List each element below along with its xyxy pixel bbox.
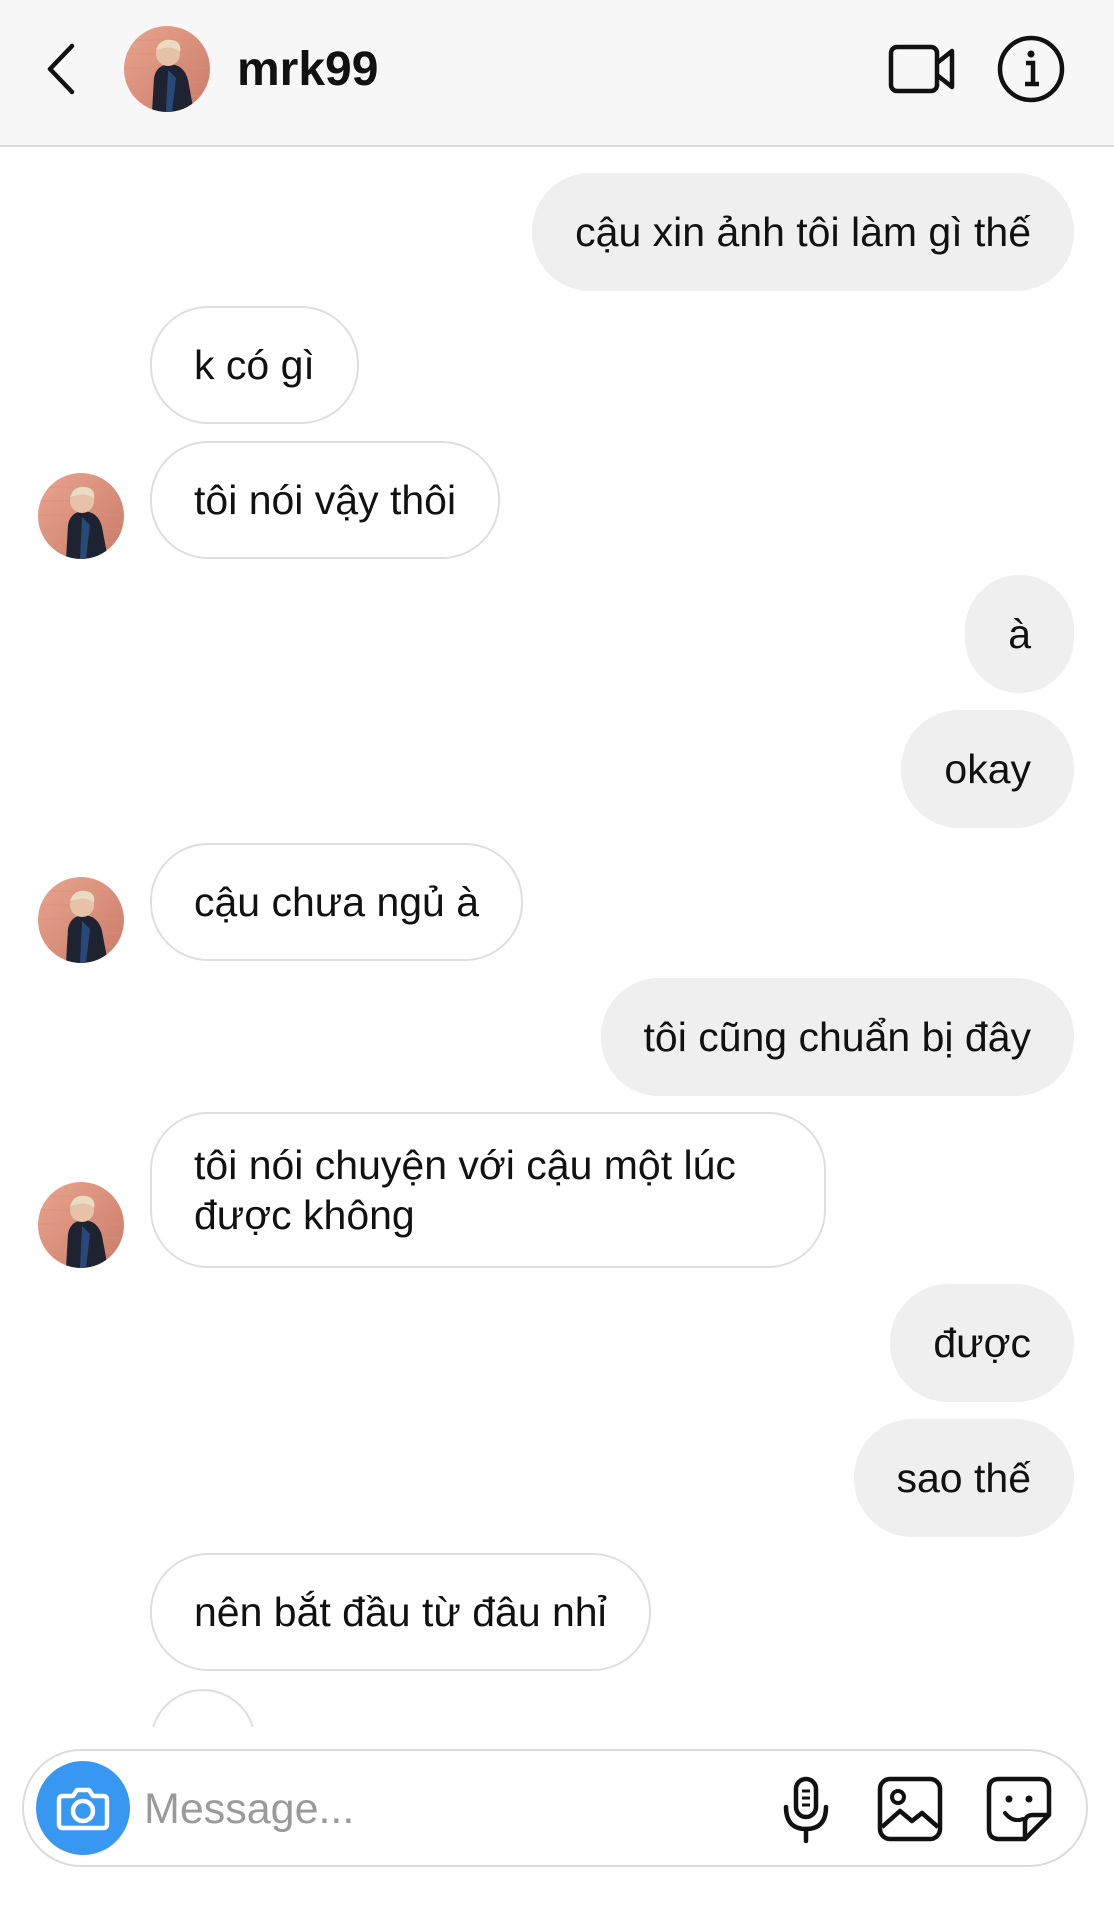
sender-avatar[interactable] <box>38 1182 124 1268</box>
message-bubble-received: tôi nói vậy thôi <box>150 441 501 559</box>
sender-avatar[interactable] <box>38 877 124 963</box>
video-call-icon[interactable] <box>888 41 956 99</box>
message-bubble-sent: được <box>890 1284 1074 1402</box>
microphone-icon[interactable] <box>776 1775 836 1845</box>
avatar[interactable] <box>124 26 210 112</box>
gallery-icon[interactable] <box>876 1775 944 1843</box>
message-bubble-sent: sao thế <box>853 1419 1074 1537</box>
info-icon[interactable] <box>996 34 1066 104</box>
message-bubble-sent: okay <box>901 710 1074 828</box>
message-thread[interactable]: cậu xin ảnh tôi làm gì thế k có gì tôi n… <box>0 147 1114 1727</box>
message-bubble-partial <box>150 1689 256 1727</box>
message-bubble-sent: cậu xin ảnh tôi làm gì thế <box>532 173 1074 291</box>
chat-header: mrk99 <box>0 0 1114 147</box>
chat-username[interactable]: mrk99 <box>237 42 378 98</box>
back-arrow-icon[interactable] <box>38 36 84 102</box>
message-input[interactable] <box>144 1779 664 1839</box>
message-composer <box>22 1749 1088 1867</box>
message-bubble-sent: à <box>965 575 1074 693</box>
camera-icon[interactable] <box>36 1761 130 1855</box>
sticker-icon[interactable] <box>985 1775 1053 1843</box>
message-bubble-sent: tôi cũng chuẩn bị đây <box>600 978 1074 1096</box>
message-bubble-received: cậu chưa ngủ à <box>150 843 524 961</box>
message-bubble-received: nên bắt đầu từ đâu nhỉ <box>150 1553 651 1671</box>
message-bubble-received: tôi nói chuyện với cậu một lúc được khôn… <box>150 1112 826 1268</box>
sender-avatar[interactable] <box>38 473 124 559</box>
message-bubble-received: k có gì <box>150 306 359 424</box>
